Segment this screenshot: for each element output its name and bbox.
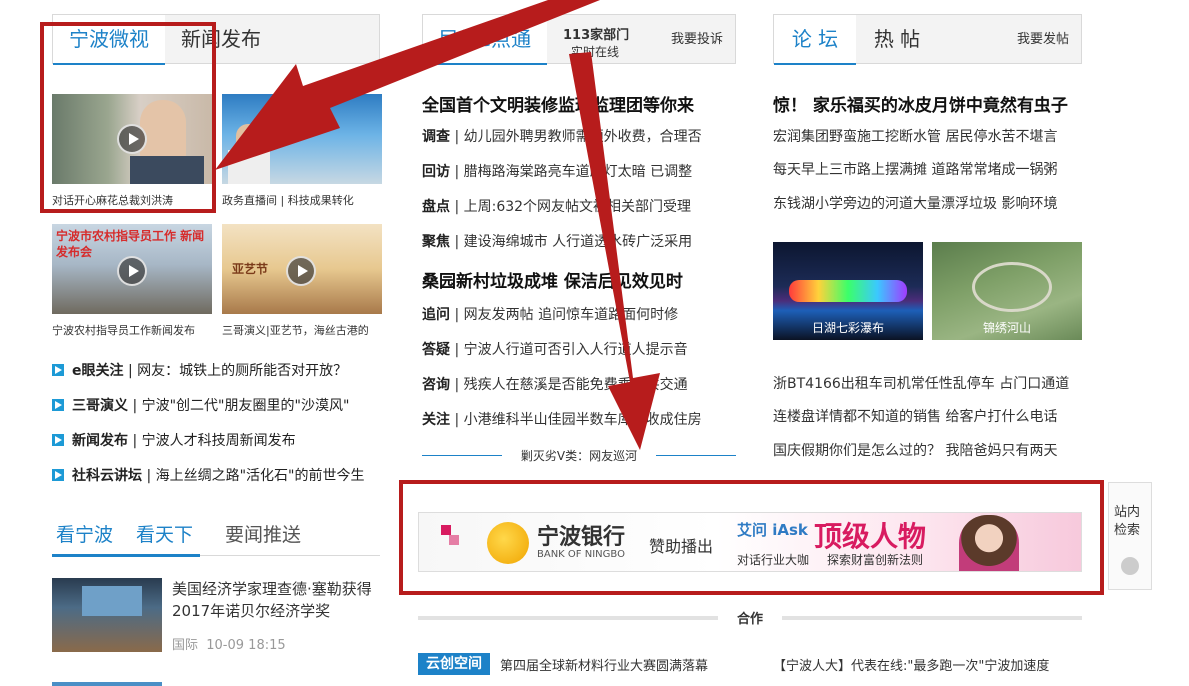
tab-forum[interactable]: 论 坛 <box>774 15 856 65</box>
news-item[interactable]: 关注 | 小港维科半山佳园半数车库租收成住房 <box>422 409 722 429</box>
video-thumb-2[interactable]: 政务直播间 | 科技成果转化 <box>222 94 382 210</box>
site-search-box[interactable]: 站内 检索 <box>1108 482 1152 590</box>
dept-count: 113家部门 <box>563 28 630 43</box>
list-item[interactable]: 新闻发布 | 宁波人才科技周新闻发布 <box>52 430 384 452</box>
tab-kan-ningbo[interactable]: 看宁波 <box>56 520 113 547</box>
yunchuang-logo[interactable]: 云创空间 <box>418 653 490 675</box>
post-link[interactable]: 我要发帖 <box>1017 15 1069 64</box>
search-label: 站内 <box>1114 505 1141 520</box>
divider-line-right <box>782 616 1082 620</box>
divider-line-right <box>656 455 736 456</box>
bottom-news-right[interactable]: 【宁波人大】代表在线:"最多跑一次"宁波加速度 <box>773 655 1083 674</box>
coop-label: 合作 <box>736 612 763 627</box>
news-item[interactable]: 盘点 | 上周:632个网友帖文被相关部门受理 <box>422 196 722 216</box>
photo-caption: 锦绣河山 <box>982 321 1031 335</box>
forum-line[interactable]: 国庆假期你们是怎么过的？ 我陪爸妈只有两天 <box>773 440 1083 460</box>
tab-hot-posts[interactable]: 热 帖 <box>856 15 938 64</box>
coop-divider: 合作 <box>418 606 1082 627</box>
forum-headline[interactable]: 惊！ 家乐福买的冰皮月饼中竟然有虫子 <box>773 91 1085 116</box>
play-bullet-icon <box>52 399 64 411</box>
news-item[interactable]: 咨询 | 残疾人在慈溪是否能免费乘公共交通 <box>422 374 722 394</box>
tab-underline <box>52 554 200 557</box>
news-item[interactable]: 聚焦 | 建设海绵城市 人行道透水砖广泛采用 <box>422 231 722 251</box>
forum-line[interactable]: 连楼盘详情都不知道的销售 给客户打什么电话 <box>773 406 1083 426</box>
video-image <box>222 94 382 184</box>
news-story-title[interactable]: 美国经济学家理查德·塞勒获得2017年诺贝尔经济学奖 <box>172 578 382 622</box>
search-label: 检索 <box>1114 523 1141 538</box>
photo-caption: 日湖七彩瀑布 <box>811 321 884 335</box>
search-arrow-icon[interactable] <box>1121 557 1139 575</box>
bottom-partial-bar <box>52 682 162 686</box>
tab-minsheng[interactable]: 民生e点通 <box>423 15 547 65</box>
list-item[interactable]: e眼关注 | 网友：城铁上的厕所能否对开放？ <box>52 360 384 382</box>
minsheng-headline-1[interactable]: 全国首个文明装修监理监理团等你来 <box>422 91 736 116</box>
thumb-overlay-text: 亚艺节 <box>232 262 269 276</box>
news-story-thumb[interactable] <box>52 578 162 652</box>
forum-line[interactable]: 浙BT4166出租车司机常任性乱停车 占门口通道 <box>773 373 1083 393</box>
play-icon[interactable] <box>286 256 316 286</box>
road-curve <box>972 262 1052 312</box>
divider-line-left <box>418 616 718 620</box>
tab-yaowen-tuisong[interactable]: 要闻推送 <box>225 520 301 547</box>
annotation-box-weishi <box>40 22 216 213</box>
play-bullet-icon <box>52 469 64 481</box>
play-bullet-icon <box>52 434 64 446</box>
rainbow-arc <box>789 280 907 302</box>
complain-link[interactable]: 我要投诉 <box>671 15 723 64</box>
news-item[interactable]: 追问 | 网友发两帖 追问惊车道路面何时修 <box>422 304 722 324</box>
video-thumb-4[interactable]: 亚艺节 三哥演义|亚艺节，海丝古港的 <box>222 224 382 340</box>
person-shirt <box>228 150 270 184</box>
news-story-meta: 国际 10-09 18:15 <box>172 638 286 653</box>
news-item[interactable]: 答疑 | 宁波人行道可否引入人行道人提示音 <box>422 339 722 359</box>
photo-landscape[interactable]: 锦绣河山 <box>932 242 1082 340</box>
col1-list: e眼关注 | 网友：城铁上的厕所能否对开放？ 三哥演义 | 宁波"创二代"朋友圈… <box>52 360 384 500</box>
annotation-box-banner <box>399 480 1104 595</box>
list-item[interactable]: 三哥演义 | 宁波"创二代"朋友圈里的"沙漠风" <box>52 395 384 417</box>
kan-ningbo-tabbar: 看宁波 看天下 要闻推送 <box>52 520 380 557</box>
forum-tabbar: 论 坛 热 帖 我要发帖 <box>773 14 1082 65</box>
bottom-news-left[interactable]: 第四届全球新材料行业大赛圆满落幕 <box>500 655 750 674</box>
photo-rainbow-falls[interactable]: 日湖七彩瀑布 <box>773 242 923 340</box>
forum-line[interactable]: 东钱湖小学旁边的河道大量漂浮垃圾 影响环境 <box>773 193 1083 213</box>
video-thumb-3[interactable]: 宁波市农村指导员工作 新闻发布会 宁波农村指导员工作新闻发布 <box>52 224 212 340</box>
divider-text[interactable]: 剿灭劣V类：网友巡河 <box>504 447 654 464</box>
thumb-caption[interactable]: 三哥演义|亚艺节，海丝古港的 <box>222 322 382 338</box>
dept-count-sub: 实时在线 <box>571 45 620 59</box>
play-bullet-icon <box>52 364 64 376</box>
minsheng-tabbar: 民生e点通 113家部门 实时在线 我要投诉 <box>422 14 736 65</box>
forum-line[interactable]: 每天早上三市路上摆满摊 道路常常堵成一锅粥 <box>773 159 1083 179</box>
play-icon[interactable] <box>117 256 147 286</box>
list-item[interactable]: 社科云讲坛 | 海上丝绸之路"活化石"的前世今生 <box>52 465 384 487</box>
screen-shape <box>82 586 142 616</box>
tab-kan-tianxia[interactable]: 看天下 <box>136 520 193 547</box>
thumb-caption[interactable]: 政务直播间 | 科技成果转化 <box>222 192 382 208</box>
forum-line[interactable]: 宏润集团野蛮施工挖断水管 居民停水苦不堪言 <box>773 126 1083 146</box>
minsheng-headline-2[interactable]: 桑园新村垃圾成堆 保洁后见效见时 <box>422 267 736 292</box>
news-item[interactable]: 回访 | 腊梅路海棠路亮车道路灯太暗 已调整 <box>422 161 722 181</box>
thumb-caption[interactable]: 宁波农村指导员工作新闻发布 <box>52 322 212 338</box>
news-item[interactable]: 调查 | 幼儿园外聘男教师需额外收费，合理否 <box>422 126 722 146</box>
river-divider: 剿灭劣V类：网友巡河 <box>422 446 736 466</box>
divider-line-left <box>422 455 502 456</box>
